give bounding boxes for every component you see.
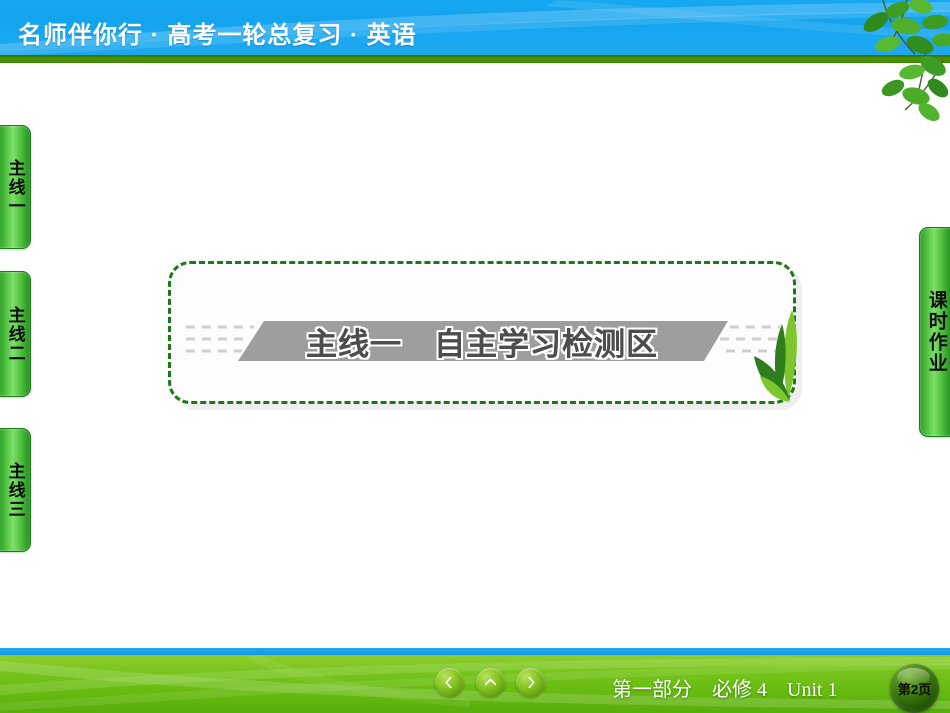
sidebar-tab-label: 主线一 bbox=[5, 158, 25, 216]
nav-prev-button[interactable] bbox=[435, 668, 464, 697]
nav-next-button[interactable] bbox=[516, 668, 545, 697]
chevron-up-icon bbox=[485, 678, 496, 686]
slide-header: 名师伴你行 · 高考一轮总复习 · 英语 bbox=[0, 0, 950, 55]
sidebar-tab-zhuxian-er[interactable]: 主线二 bbox=[0, 271, 31, 397]
sidebar-tab-label: 主线三 bbox=[5, 461, 25, 519]
sidebar-tab-keshi-zuoye[interactable]: 课时作业 bbox=[919, 227, 950, 437]
section-banner-title: 主线一 自主学习检测区 bbox=[306, 326, 658, 362]
page-number-badge: 第2页 bbox=[890, 664, 939, 713]
sidebar-tab-label: 课时作业 bbox=[925, 290, 947, 374]
page-number-label: 第2页 bbox=[897, 682, 932, 697]
sidebar-tab-zhuxian-san[interactable]: 主线三 bbox=[0, 428, 31, 552]
header-green-band bbox=[0, 55, 950, 63]
sidebar-tab-label: 主线二 bbox=[5, 305, 25, 363]
chevron-right-icon bbox=[527, 677, 535, 688]
footer-blue-strip bbox=[0, 648, 950, 655]
page-title: 名师伴你行 · 高考一轮总复习 · 英语 bbox=[18, 22, 417, 49]
chevron-left-icon bbox=[445, 677, 453, 688]
sidebar-tab-zhuxian-yi[interactable]: 主线一 bbox=[0, 125, 31, 249]
nav-up-button[interactable] bbox=[476, 668, 505, 697]
slide-canvas: 名师伴你行 · 高考一轮总复习 · 英语 主线一 主线二 主线三 课时作业 主线… bbox=[0, 0, 950, 713]
breadcrumb: 第一部分 必修 4 Unit 1 bbox=[612, 679, 838, 701]
